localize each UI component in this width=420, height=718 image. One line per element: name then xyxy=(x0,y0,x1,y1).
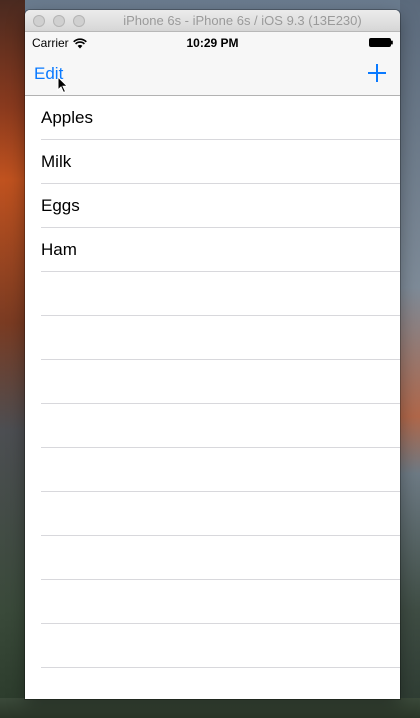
desktop-wallpaper-left xyxy=(0,0,25,718)
plus-icon[interactable] xyxy=(366,62,388,84)
minimize-window-button[interactable] xyxy=(53,15,65,27)
desktop-wallpaper-right xyxy=(400,0,420,718)
close-window-button[interactable] xyxy=(33,15,45,27)
battery-full-icon xyxy=(369,38,393,47)
empty-table-row xyxy=(25,272,400,316)
navigation-bar: Edit xyxy=(25,52,400,96)
table-row[interactable]: Ham xyxy=(25,228,400,272)
empty-table-row xyxy=(25,536,400,580)
zoom-window-button[interactable] xyxy=(73,15,85,27)
ios-status-bar: Carrier 10:29 PM xyxy=(25,32,400,52)
row-label: Eggs xyxy=(41,196,80,215)
empty-table-row xyxy=(25,360,400,404)
empty-table-row xyxy=(25,668,400,699)
empty-table-row xyxy=(25,448,400,492)
empty-table-row xyxy=(25,580,400,624)
table-row[interactable]: Eggs xyxy=(25,184,400,228)
empty-table-row xyxy=(25,492,400,536)
row-label: Apples xyxy=(41,108,93,127)
empty-table-row xyxy=(25,316,400,360)
simulator-window: iPhone 6s - iPhone 6s / iOS 9.3 (13E230)… xyxy=(25,10,400,699)
table-row[interactable]: Milk xyxy=(25,140,400,184)
mouse-cursor-icon xyxy=(57,76,69,94)
window-title: iPhone 6s - iPhone 6s / iOS 9.3 (13E230) xyxy=(123,13,362,28)
desktop-wallpaper-bottom xyxy=(0,698,420,718)
row-label: Ham xyxy=(41,240,77,259)
empty-table-row xyxy=(25,404,400,448)
status-time: 10:29 PM xyxy=(186,36,239,50)
empty-table-row xyxy=(25,624,400,668)
row-label: Milk xyxy=(41,152,72,171)
table-row[interactable]: Apples xyxy=(25,96,400,140)
window-titlebar[interactable]: iPhone 6s - iPhone 6s / iOS 9.3 (13E230) xyxy=(25,10,400,32)
grocery-list-table: Apples Milk Eggs Ham xyxy=(25,96,400,699)
